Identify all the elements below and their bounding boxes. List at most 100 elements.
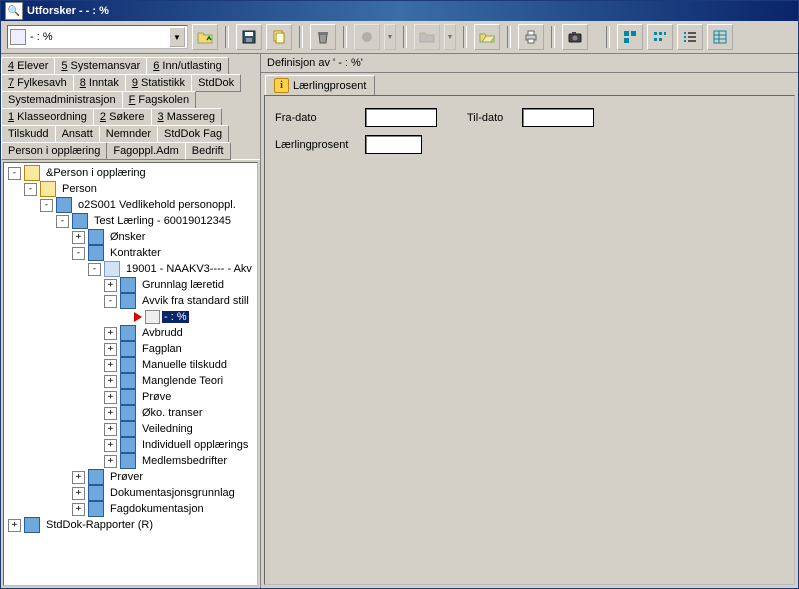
nav-tab[interactable]: StdDok Fag <box>157 125 229 143</box>
expand-icon[interactable]: + <box>104 359 117 372</box>
tree-node[interactable]: - : % <box>4 309 257 325</box>
collapse-icon[interactable]: - <box>8 167 21 180</box>
expand-icon[interactable]: + <box>104 391 117 404</box>
tree-label: Grunnlag læretid <box>140 279 226 291</box>
nav-tab[interactable]: Ansatt <box>55 125 100 143</box>
form-icon <box>88 245 104 261</box>
tree-node[interactable]: +Prøver <box>4 469 257 485</box>
nav-tab[interactable]: Bedrift <box>185 142 231 160</box>
copy-button[interactable] <box>266 24 292 50</box>
expand-icon[interactable]: + <box>72 471 85 484</box>
print-button[interactable] <box>518 24 544 50</box>
stop-dropdown: ▼ <box>384 24 396 50</box>
input-fra-dato[interactable] <box>365 108 437 127</box>
tree-view[interactable]: -&Person i opplæring-Person-o2S001 Vedli… <box>3 162 258 586</box>
form-icon <box>120 405 136 421</box>
tree-node[interactable]: -19001 - NAAKV3---- - Akv <box>4 261 257 277</box>
tree-node[interactable]: +StdDok-Rapporter (R) <box>4 517 257 533</box>
tree-node[interactable]: -&Person i opplæring <box>4 165 257 181</box>
form-icon <box>120 421 136 437</box>
nav-tab[interactable]: 9 Statistikk <box>125 74 192 92</box>
nav-tab[interactable]: Person i opplæring <box>1 142 107 160</box>
tree-node[interactable]: -Avvik fra standard still <box>4 293 257 309</box>
collapse-icon[interactable]: - <box>24 183 37 196</box>
nav-tab[interactable]: F Fagskolen <box>122 91 197 109</box>
nav-tab[interactable]: 7 Fylkesavh <box>1 74 74 92</box>
nav-tab[interactable]: 5 Systemansvar <box>54 57 147 75</box>
tree-node[interactable]: +Fagdokumentasjon <box>4 501 257 517</box>
input-laerlingprosent[interactable] <box>365 135 422 154</box>
expand-icon[interactable]: + <box>104 455 117 468</box>
expand-icon[interactable]: + <box>104 439 117 452</box>
expand-icon[interactable]: + <box>104 343 117 356</box>
nav-tab[interactable]: Tilskudd <box>1 125 56 143</box>
nav-tab[interactable]: 4 Elever <box>1 57 55 75</box>
tree-label: Medlemsbedrifter <box>140 455 229 467</box>
nav-tab[interactable]: 8 Inntak <box>73 74 126 92</box>
nav-tab[interactable]: Systemadministrasjon <box>1 91 123 109</box>
titlebar: 🔍 Utforsker - - : % <box>1 1 798 21</box>
expand-icon[interactable]: + <box>104 375 117 388</box>
collapse-icon[interactable]: - <box>104 295 117 308</box>
collapse-icon[interactable]: - <box>88 263 101 276</box>
view-large-button[interactable] <box>617 24 643 50</box>
collapse-icon[interactable]: - <box>40 199 53 212</box>
nav-tab[interactable]: 3 Massereg <box>151 108 222 126</box>
tree-node[interactable]: +Individuell opplærings <box>4 437 257 453</box>
folder-icon <box>24 165 40 181</box>
browse-button[interactable] <box>474 24 500 50</box>
view-details-button[interactable] <box>707 24 733 50</box>
tree-node[interactable]: -Kontrakter <box>4 245 257 261</box>
form-icon <box>88 501 104 517</box>
form-icon <box>120 341 136 357</box>
save-button[interactable] <box>236 24 262 50</box>
tree-node[interactable]: +Øko. transer <box>4 405 257 421</box>
expand-icon[interactable]: + <box>104 407 117 420</box>
tree-node[interactable]: -Person <box>4 181 257 197</box>
nav-tab[interactable]: Nemnder <box>99 125 158 143</box>
tree-node[interactable]: +Ønsker <box>4 229 257 245</box>
open-dropdown: ▼ <box>444 24 456 50</box>
tree-label: - : % <box>162 311 189 323</box>
folder-up-button[interactable] <box>192 24 218 50</box>
expand-icon[interactable]: + <box>72 503 85 516</box>
item-icon <box>145 310 160 324</box>
tree-node[interactable]: -Test Lærling - 60019012345 <box>4 213 257 229</box>
expand-icon[interactable]: + <box>104 279 117 292</box>
tab-laerlingprosent[interactable]: i Lærlingprosent <box>265 75 375 95</box>
nav-tab[interactable]: 6 Inn/utlasting <box>146 57 229 75</box>
view-list-button[interactable] <box>677 24 703 50</box>
view-small-button[interactable] <box>647 24 673 50</box>
tree-spacer <box>120 312 131 323</box>
collapse-icon[interactable]: - <box>56 215 69 228</box>
expand-icon[interactable]: + <box>8 519 21 532</box>
folder-icon <box>40 181 56 197</box>
tree-node[interactable]: -o2S001 Vedlikehold personoppl. <box>4 197 257 213</box>
expand-icon[interactable]: + <box>72 487 85 500</box>
nav-tab[interactable]: Fagoppl.Adm <box>106 142 185 160</box>
delete-button[interactable] <box>310 24 336 50</box>
camera-button[interactable] <box>562 24 588 50</box>
tree-node[interactable]: +Manglende Teori <box>4 373 257 389</box>
expand-icon[interactable]: + <box>104 423 117 436</box>
toolbar: - : % ▼ ▼ ▼ <box>1 21 798 54</box>
nav-tab[interactable]: StdDok <box>191 74 241 92</box>
nav-tab[interactable]: 2 Søkere <box>93 108 152 126</box>
breadcrumb-combo[interactable]: - : % ▼ <box>7 25 188 49</box>
collapse-icon[interactable]: - <box>72 247 85 260</box>
tree-node[interactable]: +Dokumentasjonsgrunnlag <box>4 485 257 501</box>
expand-icon[interactable]: + <box>104 327 117 340</box>
tree-node[interactable]: +Veiledning <box>4 421 257 437</box>
combo-dropdown-icon[interactable]: ▼ <box>169 27 185 47</box>
tree-node[interactable]: +Fagplan <box>4 341 257 357</box>
tree-node[interactable]: + Medlemsbedrifter <box>4 453 257 469</box>
tree-node[interactable]: +Avbrudd <box>4 325 257 341</box>
nav-tab[interactable]: 1 Klasseordning <box>1 108 94 126</box>
form-icon <box>104 261 120 277</box>
tree-node[interactable]: +Prøve <box>4 389 257 405</box>
expand-icon[interactable]: + <box>72 231 85 244</box>
input-til-dato[interactable] <box>522 108 594 127</box>
tree-node[interactable]: +Manuelle tilskudd <box>4 357 257 373</box>
label-laerlingprosent: Lærlingprosent <box>275 139 365 151</box>
tree-node[interactable]: + Grunnlag læretid <box>4 277 257 293</box>
